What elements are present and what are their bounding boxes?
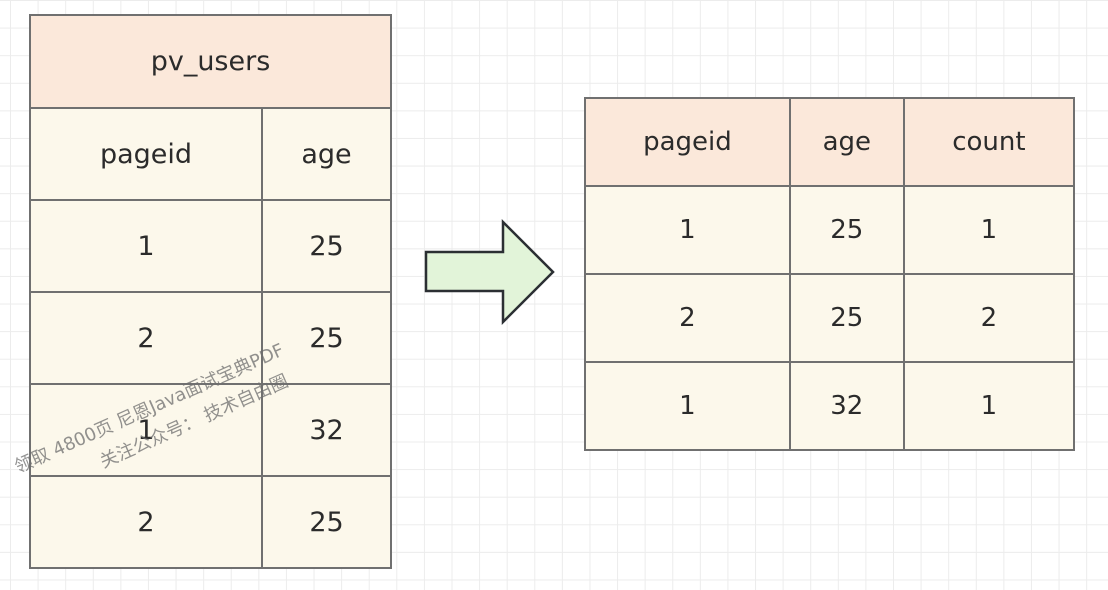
cell-pageid: 1 [28, 199, 264, 293]
cell-age: 25 [261, 199, 392, 293]
cell-pageid: 2 [28, 475, 264, 569]
cell-count: 1 [902, 361, 1076, 451]
table-row: 2 25 2 [584, 273, 1076, 363]
cell-age: 25 [261, 291, 392, 385]
column-header-pageid: pageid [584, 97, 791, 187]
cell-age: 25 [788, 273, 905, 363]
column-header-age: age [261, 107, 392, 201]
cell-pageid: 2 [28, 291, 264, 385]
cell-age: 25 [788, 185, 905, 275]
result-table: pageid age count 1 25 1 2 25 2 1 32 1 [584, 97, 1076, 451]
cell-pageid: 1 [584, 361, 791, 451]
table-row: 1 32 [28, 383, 392, 477]
cell-count: 1 [902, 185, 1076, 275]
pv-users-table: pv_users pageid age 1 25 2 25 1 32 2 25 [28, 14, 392, 569]
cell-age: 32 [788, 361, 905, 451]
table-title: pv_users [29, 14, 392, 109]
right-arrow-icon [424, 218, 555, 326]
cell-count: 2 [902, 273, 1076, 363]
table-header-row: pageid age [28, 107, 392, 201]
table-row: 1 32 1 [584, 361, 1076, 451]
cell-pageid: 1 [584, 185, 791, 275]
cell-pageid: 1 [28, 383, 264, 477]
table-row: 2 25 [28, 475, 392, 569]
cell-age: 25 [261, 475, 392, 569]
table-row: 2 25 [28, 291, 392, 385]
cell-pageid: 2 [584, 273, 791, 363]
column-header-age: age [788, 97, 905, 187]
table-title-row: pv_users [29, 14, 392, 109]
table-header-row: pageid age count [584, 97, 1076, 187]
column-header-count: count [902, 97, 1076, 187]
cell-age: 32 [261, 383, 392, 477]
table-row: 1 25 1 [584, 185, 1076, 275]
table-row: 1 25 [28, 199, 392, 293]
column-header-pageid: pageid [28, 107, 264, 201]
